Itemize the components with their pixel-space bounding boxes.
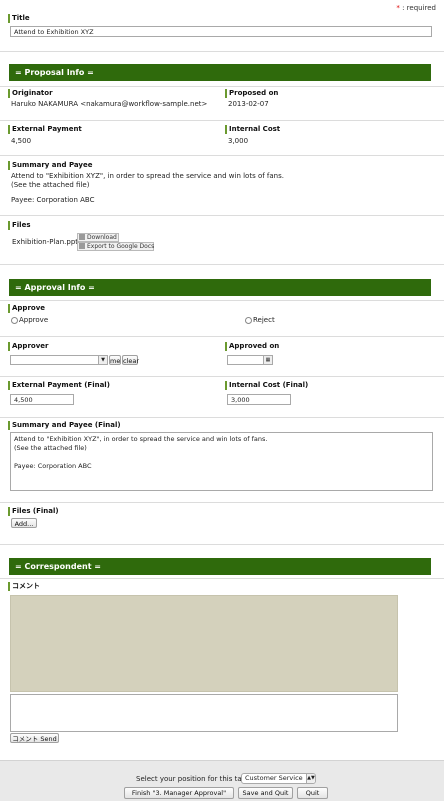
- comment-send-button[interactable]: コメント Send: [10, 733, 59, 743]
- download-icon: [79, 234, 85, 240]
- int-final-input[interactable]: 3,000: [227, 394, 291, 405]
- summary-final-textarea[interactable]: Attend to "Exhibition XYZ", in order to …: [10, 432, 433, 491]
- approver-label: Approver: [8, 342, 48, 351]
- reject-option-label: Reject: [253, 316, 275, 324]
- file-name[interactable]: Exhibition-Plan.pptx: [12, 238, 82, 247]
- summary-final-line-1: Attend to "Exhibition XYZ", in order to …: [14, 435, 268, 443]
- proposal-info-header: = Proposal Info =: [9, 64, 431, 81]
- internal-cost-value: 3,000: [228, 137, 249, 145]
- ext-final-input[interactable]: 4,500: [10, 394, 74, 405]
- summary-final-line-2: (See the attached file): [14, 444, 87, 452]
- approve-option-label: Approve: [19, 316, 49, 324]
- reject-radio[interactable]: [245, 317, 252, 324]
- export-icon: [79, 243, 85, 249]
- required-star: *: [396, 4, 400, 12]
- proposed-on-label: Proposed on: [225, 89, 278, 98]
- chevron-down-icon: ▲▼: [306, 774, 315, 783]
- finish-task-button[interactable]: Finish "3. Manager Approval": [124, 787, 234, 799]
- save-and-quit-button[interactable]: Save and Quit: [238, 787, 293, 799]
- comment-textarea[interactable]: [10, 694, 398, 732]
- export-label: Export to Google Docs: [87, 243, 155, 250]
- clear-button[interactable]: clear: [122, 355, 139, 365]
- title-label: Title: [8, 14, 30, 23]
- comment-label: コメント: [8, 582, 40, 591]
- approver-select[interactable]: ▼: [10, 355, 108, 365]
- me-button[interactable]: me: [109, 355, 121, 365]
- chevron-down-icon: ▼: [98, 356, 107, 364]
- approve-label: Approve: [8, 304, 45, 313]
- summary-label: Summary and Payee: [8, 161, 92, 170]
- summary-line-1: Attend to "Exhibition XYZ", in order to …: [11, 172, 284, 180]
- summary-final-line-4: Payee: Corporation ABC: [14, 462, 92, 470]
- correspondent-header: = Correspondent =: [9, 558, 431, 575]
- originator-label: Originator: [8, 89, 53, 98]
- position-selected: Customer Service: [245, 774, 303, 782]
- summary-final-line-3: [14, 453, 429, 462]
- required-text: : required: [402, 4, 436, 12]
- summary-line-2: (See the attached file): [11, 181, 90, 189]
- required-note: * : required: [396, 4, 436, 12]
- approval-info-header: = Approval Info =: [9, 279, 431, 296]
- approved-on-input[interactable]: ▦: [227, 355, 273, 365]
- external-payment-label: External Payment: [8, 125, 82, 134]
- position-prompt: Select your position for this task*: [136, 775, 253, 783]
- approved-on-label: Approved on: [225, 342, 279, 351]
- files-label: Files: [8, 221, 31, 230]
- calendar-icon[interactable]: ▦: [263, 356, 272, 364]
- files-final-label: Files (Final): [8, 507, 59, 516]
- summary-final-label: Summary and Payee (Final): [8, 421, 121, 430]
- download-label: Download: [87, 234, 117, 241]
- internal-cost-label: Internal Cost: [225, 125, 280, 134]
- position-select[interactable]: Customer Service ▲▼: [241, 773, 316, 784]
- ext-final-label: External Payment (Final): [8, 381, 110, 390]
- add-file-button[interactable]: Add...: [11, 518, 37, 528]
- download-button[interactable]: Download: [77, 233, 119, 242]
- summary-line-4: Payee: Corporation ABC: [11, 196, 95, 204]
- approve-radio[interactable]: [11, 317, 18, 324]
- title-input[interactable]: Attend to Exhibition XYZ: [10, 26, 432, 37]
- int-final-label: Internal Cost (Final): [225, 381, 308, 390]
- external-payment-value: 4,500: [11, 137, 32, 145]
- comment-history-panel: [10, 595, 398, 692]
- originator-value: Haruko NAKAMURA <nakamura@workflow-sampl…: [11, 100, 208, 108]
- export-google-docs-button[interactable]: Export to Google Docs: [77, 242, 154, 251]
- quit-button[interactable]: Quit: [297, 787, 328, 799]
- proposed-on-value: 2013-02-07: [228, 100, 269, 108]
